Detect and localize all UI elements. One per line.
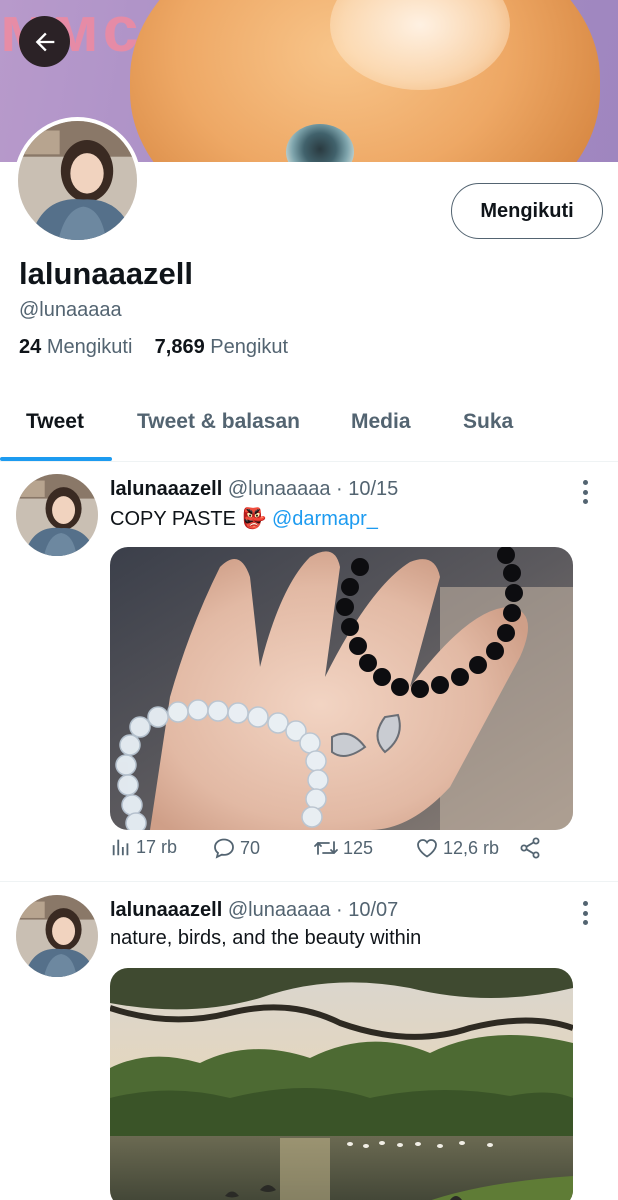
followers-count: 7,869 — [154, 336, 205, 358]
like-count: 12,6 rb — [443, 837, 500, 858]
tweet-header: lalunaaazell @lunaaaaa · 10/07 — [110, 899, 398, 922]
tab-tweet-replies[interactable]: Tweet & balasan — [137, 410, 300, 434]
profile-handle: @lunaaaaa — [19, 299, 122, 321]
tweet-author-avatar[interactable] — [16, 474, 98, 556]
profile-tabs: Tweet Tweet & balasan Media Suka — [0, 400, 618, 462]
tweet-separator: · — [336, 899, 343, 921]
following-link[interactable]: 24 Mengikuti — [19, 336, 132, 358]
tweet-author-name[interactable]: lalunaaazell — [110, 478, 222, 500]
following-button[interactable]: Mengikuti — [451, 183, 603, 239]
tweet-author-handle[interactable]: @lunaaaaa — [228, 478, 331, 500]
profile-display-name: lalunaaazell — [19, 256, 194, 291]
reply-count: 70 — [240, 837, 261, 858]
tweet-date[interactable]: 10/15 — [348, 478, 398, 500]
tweet-item[interactable]: lalunaaazell @lunaaaaa · 10/15 COPY PAST… — [0, 474, 618, 874]
following-count: 24 — [19, 336, 42, 358]
tweet-item[interactable]: lalunaaazell @lunaaaaa · 10/07 nature, b… — [0, 895, 618, 1200]
tweet-author-name[interactable]: lalunaaazell — [110, 899, 222, 921]
tweet-separator: · — [336, 478, 343, 500]
like-button[interactable]: 12,6 rb — [415, 836, 499, 860]
more-options-icon[interactable] — [578, 480, 592, 504]
tweet-text: COPY PASTE 👺 @darmapr_ — [110, 506, 378, 531]
profile-stats: 24 Mengikuti 7,869 Pengikut — [19, 336, 288, 359]
profile-avatar[interactable] — [14, 117, 141, 244]
back-button[interactable] — [19, 16, 70, 67]
tweet-media-image[interactable] — [110, 547, 573, 830]
heart-icon — [417, 839, 437, 858]
share-icon — [520, 837, 540, 859]
retweet-count: 125 — [343, 837, 374, 858]
reply-button[interactable]: 70 — [212, 836, 260, 860]
tab-media[interactable]: Media — [351, 410, 411, 434]
tweet-mention-link[interactable]: @darmapr_ — [272, 508, 378, 530]
views-chart-icon — [112, 839, 129, 856]
tweet-author-avatar[interactable] — [16, 895, 98, 977]
more-options-icon[interactable] — [578, 901, 592, 925]
tweet-divider — [0, 881, 618, 882]
reply-icon — [214, 838, 234, 859]
views-count: 17 rb — [136, 836, 178, 857]
tab-likes[interactable]: Suka — [463, 410, 513, 434]
arrow-left-icon — [35, 32, 54, 51]
tweet-text: nature, birds, and the beauty within — [110, 927, 422, 949]
tweet-date[interactable]: 10/07 — [348, 899, 398, 921]
goblin-emoji: 👺 — [241, 508, 267, 530]
tweet-media-image[interactable] — [110, 968, 573, 1200]
tweet-body: COPY PASTE — [110, 508, 236, 530]
tab-tweet[interactable]: Tweet — [26, 410, 84, 434]
tweet-author-handle[interactable]: @lunaaaaa — [228, 899, 331, 921]
followers-label: Pengikut — [210, 336, 289, 358]
tweet-header: lalunaaazell @lunaaaaa · 10/15 — [110, 478, 398, 501]
followers-link[interactable]: 7,869 Pengikut — [155, 336, 288, 358]
tabs-divider — [0, 461, 618, 462]
retweet-button[interactable]: 125 — [313, 836, 373, 860]
views-stat[interactable]: 17 rb — [110, 836, 177, 858]
retweet-icon — [314, 841, 338, 855]
tweet-actions: 17 rb 70 125 12,6 rb — [110, 836, 550, 864]
share-button[interactable] — [518, 836, 542, 860]
following-label: Mengikuti — [46, 336, 133, 358]
